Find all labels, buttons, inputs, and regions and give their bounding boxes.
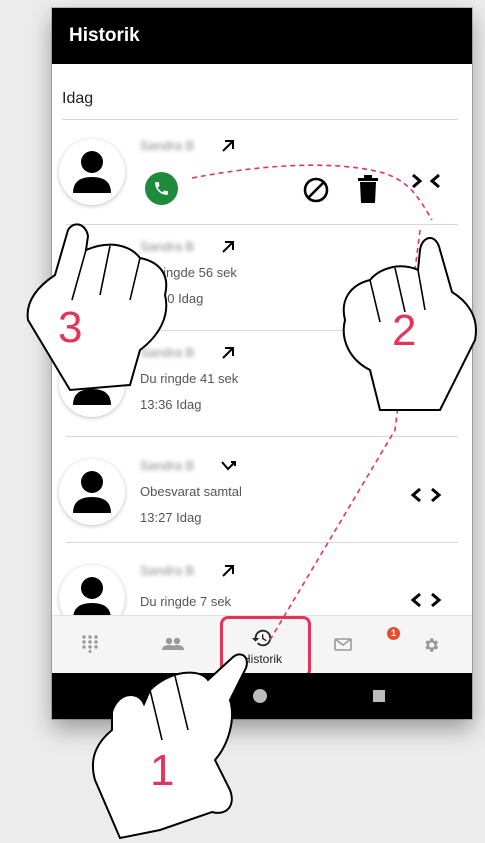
hand-pointer-1: 1 <box>92 653 248 840</box>
screenshot-canvas: Historik Idag Sandra B Sandra B u ringde… <box>0 0 485 843</box>
annotation-overlay: 3 2 1 <box>26 164 477 840</box>
dashed-path-3 <box>191 164 433 221</box>
step-number-3: 3 <box>58 303 82 352</box>
hand-pointer-3: 3 <box>26 223 168 392</box>
step-number-1: 1 <box>150 746 174 795</box>
step-number-2: 2 <box>392 306 416 355</box>
hand-pointer-2: 2 <box>342 237 477 411</box>
